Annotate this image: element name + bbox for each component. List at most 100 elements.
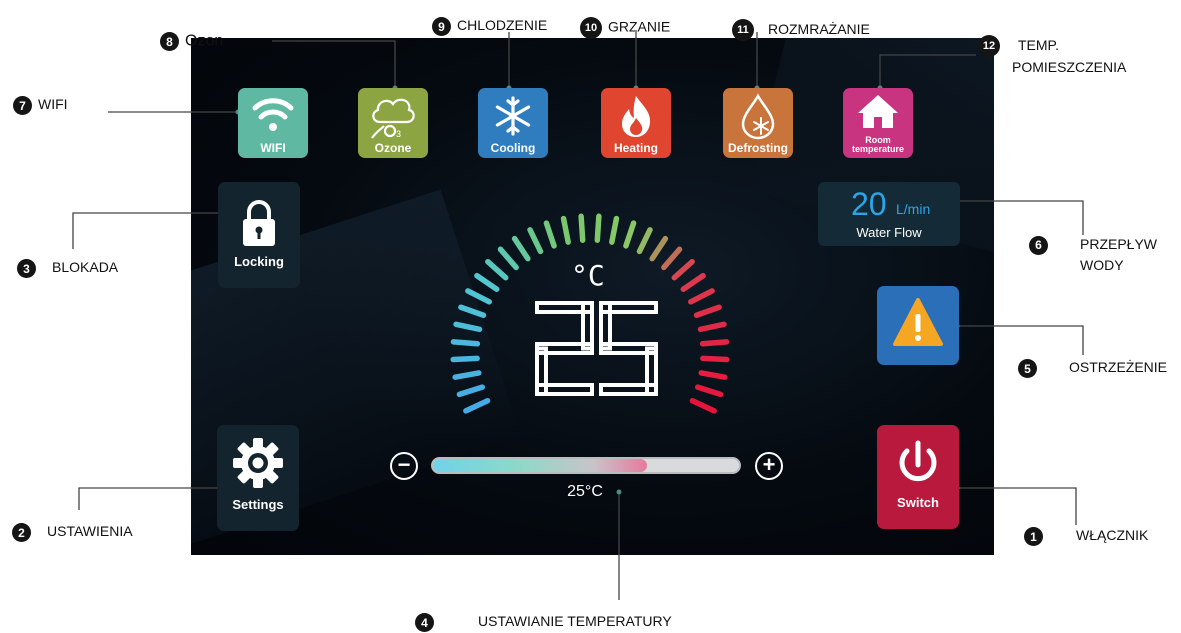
dial-tick <box>474 272 500 292</box>
increase-temperature-button[interactable]: + <box>755 452 783 480</box>
callout-text: Ozon <box>185 32 224 50</box>
dial-tick <box>694 384 724 398</box>
water-flow-unit: L/min <box>896 201 931 217</box>
dial-tick <box>453 321 483 333</box>
dial-tick <box>527 227 544 255</box>
dial-tick <box>693 304 722 318</box>
callout-number: 7 <box>13 96 32 115</box>
dial-tick <box>560 215 571 245</box>
heating-tile[interactable]: Heating <box>601 88 671 158</box>
svg-text:3: 3 <box>396 129 401 139</box>
cooling-tile[interactable]: Cooling <box>478 88 548 158</box>
padlock-icon <box>243 200 275 246</box>
dial-tick <box>465 288 493 305</box>
water-flow-display: 20 L/min Water Flow <box>818 182 960 246</box>
callout-number: 1 <box>1024 527 1043 546</box>
callout-number: 6 <box>1029 235 1048 255</box>
dial-tick <box>689 398 717 414</box>
temperature-slider[interactable] <box>431 457 741 474</box>
warning-tile[interactable] <box>877 286 959 365</box>
display-digit <box>535 301 594 396</box>
dial-tick <box>623 220 637 249</box>
callout-number: 4 <box>415 613 434 632</box>
gear-icon <box>233 438 283 488</box>
temperature-slider-fill <box>433 459 648 472</box>
callout-text: WIFI <box>38 96 68 113</box>
callout-3: 3 BLOKADA <box>17 259 118 278</box>
droplet-snowflake-icon <box>741 93 775 140</box>
display-unit: °C <box>571 259 605 292</box>
defrosting-tile[interactable]: Defrosting <box>723 88 793 158</box>
callout-text: WŁĄCZNIK <box>1076 527 1149 544</box>
callout-text-line1: PRZEPŁYW <box>1080 236 1158 252</box>
dial-tick <box>671 258 695 281</box>
callout-text: OSTRZEŻENIE <box>1069 359 1168 376</box>
callout-number: 2 <box>12 523 31 542</box>
decrease-temperature-button[interactable]: − <box>390 452 418 480</box>
callout-number: 8 <box>160 32 179 51</box>
dial-tick <box>609 215 620 245</box>
display-digit <box>599 301 658 396</box>
callout-6: 6 PRZEPŁYW WODY <box>1029 234 1157 276</box>
dial-tick <box>450 339 481 347</box>
dial-tick <box>594 213 602 243</box>
water-flow-caption: Water Flow <box>856 225 922 240</box>
dial-tick <box>687 288 715 305</box>
callout-text-line2: WODY <box>1080 257 1124 273</box>
dial-tick <box>485 258 509 281</box>
wifi-tile[interactable]: WIFI <box>238 88 308 158</box>
callout-9: 9 CHLODZENIE <box>432 17 547 36</box>
callout-number: 3 <box>17 259 36 278</box>
dial-tick <box>698 370 728 380</box>
callout-text: ROZMRAŻANIE <box>768 20 870 37</box>
dial-tick <box>578 213 586 243</box>
water-flow-value: 20 <box>851 186 887 222</box>
dial-tick <box>661 246 683 271</box>
callout-text: USTAWIENIA <box>47 523 133 540</box>
callout-text: GRZANIE <box>608 18 671 35</box>
room-temperature-tile[interactable]: Room temperature <box>843 88 913 158</box>
callout-text: USTAWIANIE TEMPERATURY <box>478 613 672 630</box>
callout-number: 5 <box>1018 359 1037 378</box>
ozone-cloud-icon: 3 <box>371 98 415 139</box>
dial-tick <box>699 339 730 347</box>
locking-tile[interactable]: Locking <box>218 182 300 288</box>
flame-icon <box>622 96 651 137</box>
callout-5: 5 OSTRZEŻENIE <box>1018 359 1167 378</box>
callout-text: CHLODZENIE <box>457 17 548 34</box>
callout-10: 10 GRZANIE <box>580 17 670 39</box>
callout-number: 9 <box>432 17 451 36</box>
dial-tick <box>497 246 519 271</box>
callout-7: 7 WIFI <box>13 96 68 115</box>
callout-2: 2 USTAWIENIA <box>12 523 133 542</box>
callout-4: 4 USTAWIANIE TEMPERATURY <box>415 613 672 632</box>
dial-tick <box>458 304 487 318</box>
plus-icon: + <box>762 452 776 477</box>
snowflake-icon <box>495 96 531 136</box>
callout-number: 12 <box>978 35 1000 58</box>
house-icon <box>858 95 898 128</box>
switch-tile[interactable]: Switch <box>877 425 959 529</box>
minus-icon: − <box>397 451 411 477</box>
callout-number: 11 <box>732 19 754 41</box>
dial-tick <box>649 235 669 262</box>
callout-12: 12 TEMP. POMIESZCZENIA <box>978 35 1126 78</box>
dial-tick <box>697 321 727 333</box>
callout-11: 11 ROZMRAŻANIE <box>732 19 870 41</box>
dial-tick <box>450 355 480 363</box>
dial-tick <box>511 235 531 262</box>
setpoint-value: 25°C <box>567 483 603 500</box>
callout-text-line1: TEMP. <box>1018 37 1059 53</box>
dial-tick <box>680 272 706 292</box>
callout-text: BLOKADA <box>52 259 119 276</box>
dial-tick <box>463 398 491 414</box>
ozone-tile[interactable]: 3 Ozone <box>358 88 428 158</box>
dial-tick <box>452 370 482 380</box>
callout-text-line2: POMIESZCZENIA <box>1012 59 1127 76</box>
warning-triangle-icon <box>893 298 943 346</box>
dial-tick <box>543 220 557 249</box>
callout-number: 10 <box>580 17 602 39</box>
dial-tick <box>636 227 653 255</box>
settings-tile[interactable]: Settings <box>217 425 299 531</box>
wifi-icon <box>252 98 294 131</box>
